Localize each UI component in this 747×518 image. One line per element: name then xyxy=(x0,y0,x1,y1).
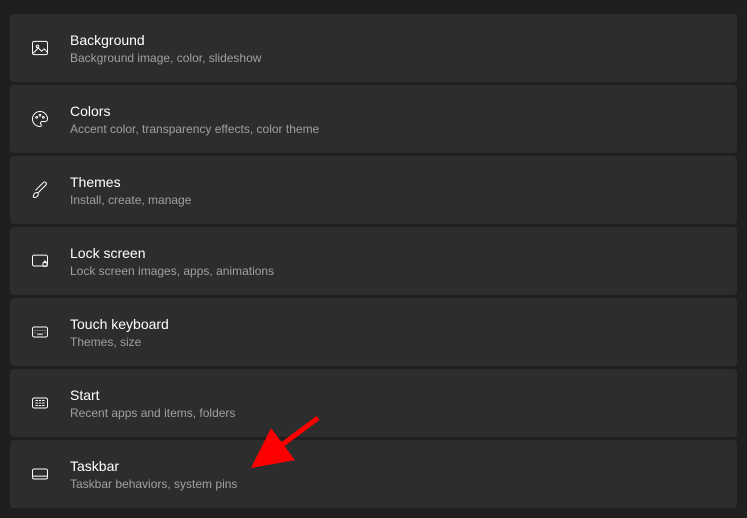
settings-item-title: Touch keyboard xyxy=(70,315,169,333)
settings-item-text: Themes Install, create, manage xyxy=(70,173,191,208)
settings-item-text: Background Background image, color, slid… xyxy=(70,31,261,66)
settings-item-text: Start Recent apps and items, folders xyxy=(70,386,235,421)
settings-item-text: Colors Accent color, transparency effect… xyxy=(70,102,319,137)
brush-icon xyxy=(28,178,52,202)
settings-item-subtitle: Taskbar behaviors, system pins xyxy=(70,477,237,492)
settings-item-subtitle: Accent color, transparency effects, colo… xyxy=(70,122,319,137)
settings-item-title: Background xyxy=(70,31,261,49)
settings-item-subtitle: Install, create, manage xyxy=(70,193,191,208)
settings-item-title: Taskbar xyxy=(70,457,237,475)
settings-item-title: Themes xyxy=(70,173,191,191)
settings-item-title: Lock screen xyxy=(70,244,274,262)
settings-item-touch-keyboard[interactable]: Touch keyboard Themes, size xyxy=(10,298,737,366)
settings-list: Background Background image, color, slid… xyxy=(0,0,747,518)
start-grid-icon xyxy=(28,391,52,415)
settings-item-title: Colors xyxy=(70,102,319,120)
lock-screen-icon xyxy=(28,249,52,273)
keyboard-icon xyxy=(28,320,52,344)
settings-item-subtitle: Lock screen images, apps, animations xyxy=(70,264,274,279)
palette-icon xyxy=(28,107,52,131)
image-icon xyxy=(28,36,52,60)
settings-item-colors[interactable]: Colors Accent color, transparency effect… xyxy=(10,85,737,153)
settings-item-text: Touch keyboard Themes, size xyxy=(70,315,169,350)
settings-item-subtitle: Themes, size xyxy=(70,335,169,350)
settings-item-background[interactable]: Background Background image, color, slid… xyxy=(10,14,737,82)
taskbar-icon xyxy=(28,462,52,486)
settings-item-text: Taskbar Taskbar behaviors, system pins xyxy=(70,457,237,492)
settings-item-text: Lock screen Lock screen images, apps, an… xyxy=(70,244,274,279)
settings-item-lock-screen[interactable]: Lock screen Lock screen images, apps, an… xyxy=(10,227,737,295)
settings-item-title: Start xyxy=(70,386,235,404)
settings-item-taskbar[interactable]: Taskbar Taskbar behaviors, system pins xyxy=(10,440,737,508)
settings-item-themes[interactable]: Themes Install, create, manage xyxy=(10,156,737,224)
settings-item-start[interactable]: Start Recent apps and items, folders xyxy=(10,369,737,437)
settings-item-subtitle: Background image, color, slideshow xyxy=(70,51,261,66)
settings-item-subtitle: Recent apps and items, folders xyxy=(70,406,235,421)
